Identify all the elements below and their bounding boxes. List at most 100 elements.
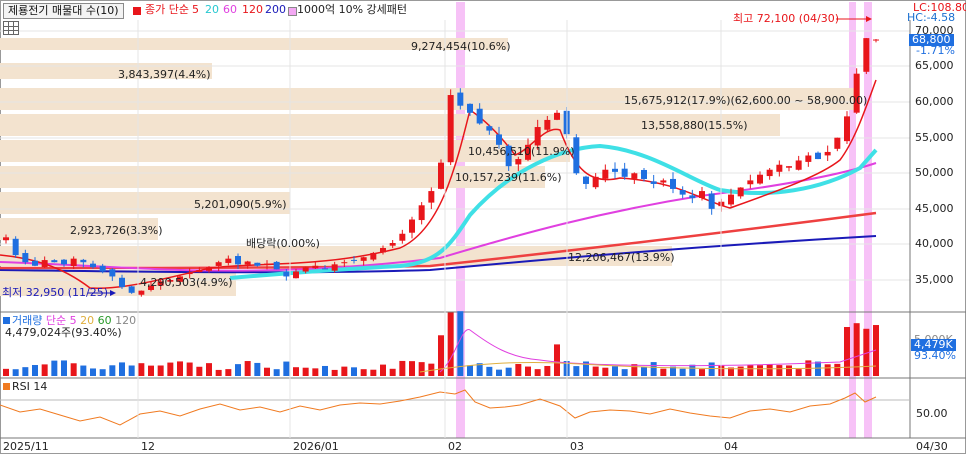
volume-bar	[824, 364, 831, 376]
volume-bar	[496, 369, 502, 376]
ma-period-200[interactable]: 200	[265, 4, 286, 16]
volume-bar	[486, 366, 493, 376]
volume-bar	[612, 366, 618, 376]
volume-bar	[534, 369, 541, 376]
candle	[863, 37, 870, 75]
price-tick: 35,000	[915, 273, 954, 286]
volume-bar	[61, 360, 67, 376]
volume-bar	[225, 369, 232, 376]
volume-bar	[708, 362, 715, 376]
volume-bar	[186, 362, 193, 376]
ma-period-120[interactable]: 120	[242, 4, 263, 16]
rsi-title[interactable]: RSI 14	[12, 380, 47, 393]
volume-bar	[157, 365, 164, 376]
volume-bar	[254, 362, 261, 376]
volume-bar	[177, 361, 183, 376]
volume-bar	[641, 366, 647, 376]
volume-bar	[380, 364, 386, 376]
ma-period-5[interactable]: 5	[192, 4, 199, 16]
volume-bar	[679, 368, 686, 376]
volume-bar	[109, 365, 116, 376]
volume-bar	[834, 363, 841, 376]
price-tick: 50,000	[915, 166, 954, 179]
volume-bar	[631, 364, 638, 376]
volume-bar	[766, 364, 773, 376]
volume-profile-label: 13,558,880(15.5%)	[641, 119, 748, 132]
volume-bar	[389, 368, 396, 376]
volume-bar	[544, 365, 551, 376]
volume-profile-label: 2,923,726(3.3%)	[70, 224, 163, 237]
volume-bar	[689, 364, 696, 376]
price-tick: 65,000	[915, 59, 954, 72]
volume-bar	[12, 369, 19, 376]
volume-bar	[418, 362, 425, 376]
high-annotation: 최고 72,100 (04/30)	[733, 12, 840, 25]
volume-bar	[341, 366, 348, 376]
volume-value-label: 4,479,024주(93.40%)	[5, 326, 122, 339]
volume-bar	[322, 365, 328, 376]
volume-bar	[747, 364, 754, 376]
grid-toggle-icon[interactable]	[3, 21, 19, 35]
current-volume-ratio: 93.40%	[914, 349, 956, 362]
hc-label: HC:-4.58	[907, 11, 956, 24]
volume-bar	[650, 362, 657, 376]
low-annotation: 최저 32,950 (11/25)	[2, 286, 109, 299]
volume-bar	[409, 361, 415, 376]
volume-profile-label: 10,157,239(11.6%)	[455, 171, 562, 184]
rsi-legend: RSI 14	[3, 381, 47, 393]
volume-bar	[244, 361, 251, 376]
pattern-swatch	[288, 7, 297, 16]
volume-bar	[786, 365, 792, 376]
volume-profile-label: 5,201,090(5.9%)	[194, 198, 287, 211]
candle	[273, 260, 280, 270]
volume-bar	[215, 369, 222, 376]
candle	[853, 68, 860, 114]
volume-profile-label: 3,843,397(4.4%)	[118, 68, 211, 81]
volume-bar	[351, 367, 357, 376]
volume-bar	[148, 365, 154, 376]
volume-bar	[22, 367, 29, 376]
current-change: -1.71%	[916, 44, 955, 57]
volume-bar	[119, 362, 125, 376]
volume-bar	[196, 366, 203, 376]
volume-bar	[515, 364, 522, 376]
volume-bar	[264, 367, 270, 376]
volume-bar	[99, 369, 106, 376]
volume-profile-label: 9,274,454(10.6%)	[411, 40, 511, 53]
date-tick: 03	[570, 440, 584, 453]
price-tick: 55,000	[915, 131, 954, 144]
volume-bar	[447, 312, 454, 376]
volume-bar	[815, 361, 821, 376]
volume-bar	[592, 366, 599, 376]
volume-bar	[302, 367, 309, 376]
price-tick: 45,000	[915, 202, 954, 215]
volume-bar	[3, 368, 9, 376]
volume-bar	[844, 327, 850, 376]
pattern-label[interactable]: 1000억 10% 강세패턴	[297, 4, 407, 16]
volume-bar	[757, 365, 763, 376]
ma-period-20[interactable]: 20	[205, 4, 219, 16]
volume-bar	[283, 361, 290, 376]
volume-bar	[776, 365, 783, 376]
indicator-select[interactable]: 제룡전기 매물대 수(10)	[3, 3, 124, 19]
volume-profile-label: 10,456,510(11.9%)	[468, 145, 575, 158]
rsi-tick: 50.00	[916, 407, 948, 420]
volume-bar	[370, 369, 377, 376]
volume-bar	[737, 366, 744, 376]
volume-bar	[360, 369, 367, 376]
volume-bar	[90, 368, 96, 376]
volume-bar	[399, 360, 406, 376]
volume-bar	[573, 366, 580, 376]
volume-swatch	[3, 317, 10, 324]
volume-bar	[602, 367, 609, 376]
candle	[438, 159, 444, 190]
close-ma-label[interactable]: 종가 단순	[145, 4, 189, 16]
volume-bar	[80, 365, 87, 376]
volume-bar	[70, 363, 77, 376]
volume-bar	[273, 369, 280, 376]
volume-bar	[41, 364, 48, 376]
ma-period-60[interactable]: 60	[223, 4, 237, 16]
volume-bar	[795, 369, 802, 376]
date-tick: 04	[724, 440, 738, 453]
volume-profile-label: 12,206,467(13.9%)	[568, 251, 675, 264]
